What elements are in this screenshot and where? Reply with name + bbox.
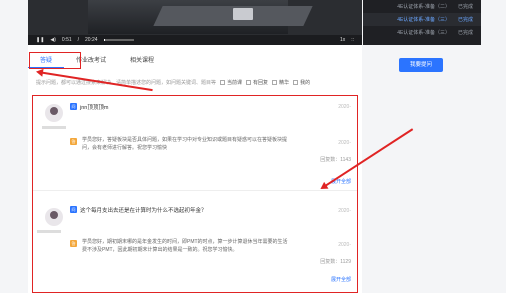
checkbox-label: 当前课 [227, 79, 243, 86]
video-player[interactable]: ❚❚ ◀) 0:51 / 20:24 1x :: [28, 0, 362, 45]
page: ❚❚ ◀) 0:51 / 20:24 1x :: 4E认证体系-准备（二） 已完成… [0, 0, 506, 293]
checkbox-label: 精华 [279, 79, 290, 86]
video-frame [88, 0, 313, 34]
fullscreen-icon[interactable]: :: [351, 37, 354, 43]
avatar-name [42, 126, 66, 129]
question-time: 2020- [338, 104, 351, 110]
time-separator: / [77, 37, 80, 43]
playlist-item[interactable]: 4E认证体系-准备（三） 已完成 [363, 26, 481, 39]
answer-text: 学员您好，答疑板块是否具体问题，如果在学习中对专业知识或题目有疑惑可以在答疑板块… [82, 137, 288, 151]
avatar-name [37, 230, 61, 233]
tab-highlight-box [29, 52, 81, 69]
tab-related-courses[interactable]: 相关课程 [118, 54, 166, 68]
filter-mine[interactable]: 我的 [293, 79, 310, 86]
question-item: 问 jnn顶顶顶m 2020- 答 学员您好，答疑板块是否具体问题，如果在学习中… [33, 96, 357, 192]
speed-button[interactable]: 1x [340, 37, 345, 43]
answer-time: 2020- [338, 140, 351, 146]
playlist: 4E认证体系-准备（二） 已完成 4E认证体系-准备（三） 已完成 4E认证体系-准… [363, 0, 481, 45]
filter-has-reply[interactable]: 有回复 [246, 79, 268, 86]
question-title[interactable]: 这个每月支出去还是在计算时为什么不选起初年金？ [80, 206, 207, 214]
avatar [45, 208, 63, 226]
reply-count: 回复数：1143 [320, 157, 351, 163]
answer-text: 学员您好，期初期末哪的是年金发生的时间，即PMT的时点，算一步计算退休当年需要的… [82, 239, 288, 253]
duration: 20:24 [85, 37, 98, 43]
progress-bar[interactable] [103, 39, 134, 41]
expand-all-link[interactable]: 展开全部 [331, 276, 351, 283]
avatar [45, 104, 63, 122]
answer-time: 2020- [338, 242, 351, 248]
qa-section: 答疑 作业改考试 相关课程 提示问题，都可以通过搜索来解决。请简单描述您的问题，… [28, 45, 362, 293]
checkbox-label: 我的 [300, 79, 311, 86]
question-item: 问 这个每月支出去还是在计算时为什么不选起初年金？ 2020- 答 学员您好，期… [33, 192, 357, 292]
playlist-item[interactable]: 4E认证体系-准备（二） 已完成 [363, 0, 481, 13]
playlist-item-status: 已完成 [457, 17, 473, 23]
playlist-item-title: 4E认证体系-准备（二） [397, 4, 450, 10]
pause-icon[interactable]: ❚❚ [36, 37, 44, 43]
reply-count: 回复数：1129 [320, 259, 351, 265]
answer-icon: 答 [70, 240, 77, 247]
checkbox[interactable] [246, 79, 252, 85]
ask-question-button[interactable]: 我要提问 [399, 58, 443, 72]
playlist-item-status: 已完成 [457, 4, 473, 10]
checkbox-label: 有回复 [253, 79, 269, 86]
progress-fill [103, 39, 105, 41]
question-icon: 问 [70, 206, 77, 213]
player-controls: ❚❚ ◀) 0:51 / 20:24 1x :: [28, 35, 362, 45]
question-title[interactable]: jnn顶顶顶m [80, 103, 108, 111]
checkbox[interactable] [293, 79, 299, 85]
checkbox[interactable] [272, 79, 278, 85]
playlist-item-status: 已完成 [457, 30, 473, 36]
playlist-item-title: 4E认证体系-准备（三） [397, 17, 450, 23]
current-time: 0:51 [61, 37, 72, 43]
filter-featured[interactable]: 精华 [272, 79, 289, 86]
questions-panel: 问 jnn顶顶顶m 2020- 答 学员您好，答疑板块是否具体问题，如果在学习中… [32, 95, 358, 293]
playlist-item[interactable]: 4E认证体系-准备（三） 已完成 [363, 13, 481, 26]
playlist-item-title: 4E认证体系-准备（三） [397, 30, 450, 36]
checkbox[interactable] [220, 79, 226, 85]
answer-icon: 答 [70, 138, 77, 145]
divider [33, 190, 357, 191]
video-laptop [233, 8, 253, 20]
volume-icon[interactable]: ◀) [50, 37, 56, 43]
filter-current-course[interactable]: 当前课 [220, 79, 242, 86]
question-icon: 问 [70, 103, 77, 110]
question-time: 2020- [338, 208, 351, 214]
